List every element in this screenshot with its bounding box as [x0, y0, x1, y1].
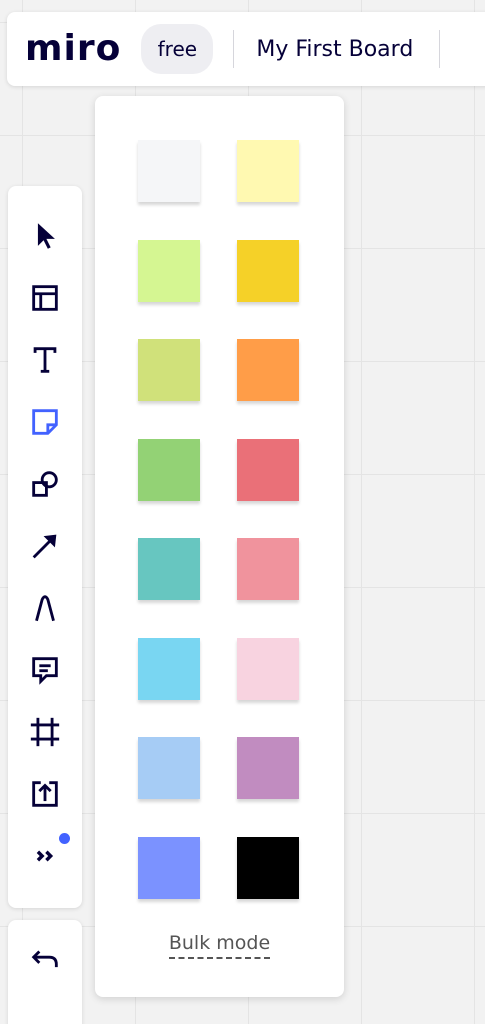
select-tool[interactable]: [25, 216, 65, 256]
frame-icon: [30, 717, 60, 747]
color-swatch[interactable]: [138, 737, 200, 799]
color-swatch[interactable]: [237, 339, 299, 401]
upload-tool[interactable]: [25, 774, 65, 814]
text-tool[interactable]: [25, 340, 65, 380]
sticky-note-icon: [32, 409, 58, 435]
sticky-note-tool[interactable]: [25, 402, 65, 442]
color-swatch[interactable]: [138, 836, 200, 899]
double-chevron-right-icon: [36, 850, 54, 862]
connection-line-tool[interactable]: [25, 526, 65, 566]
templates-tool[interactable]: [25, 278, 65, 318]
text-icon: [33, 347, 57, 373]
undo-toolbar: [8, 920, 82, 1024]
templates-icon: [32, 285, 58, 311]
shapes-tool[interactable]: [25, 464, 65, 504]
plan-badge[interactable]: free: [141, 24, 214, 74]
board-title[interactable]: My First Board: [256, 37, 413, 62]
sticky-note-color-panel: Bulk mode: [95, 96, 344, 997]
color-swatch[interactable]: [138, 339, 200, 401]
notification-dot: [59, 833, 70, 844]
divider: [233, 30, 235, 68]
color-swatch[interactable]: [237, 637, 299, 700]
bulk-mode-link[interactable]: Bulk mode: [95, 932, 344, 959]
undo-icon: [31, 950, 58, 968]
color-swatch[interactable]: [138, 637, 200, 700]
comment-tool[interactable]: [25, 650, 65, 690]
pen-tool[interactable]: [25, 588, 65, 628]
pen-icon: [35, 595, 55, 622]
color-swatch[interactable]: [237, 438, 299, 501]
upload-icon: [32, 781, 58, 807]
color-swatch[interactable]: [237, 538, 299, 600]
shapes-icon: [32, 471, 58, 497]
divider: [439, 30, 441, 68]
more-apps-tool[interactable]: [25, 836, 65, 876]
color-swatch[interactable]: [138, 538, 200, 600]
color-swatch[interactable]: [237, 140, 299, 202]
cursor-icon: [37, 223, 55, 249]
left-toolbar: [8, 186, 82, 908]
color-swatch[interactable]: [138, 140, 200, 202]
top-bar: miro free My First Board: [7, 12, 485, 86]
arrow-icon: [32, 534, 57, 559]
color-swatch[interactable]: [138, 438, 200, 501]
frame-tool[interactable]: [25, 712, 65, 752]
color-swatch[interactable]: [237, 836, 299, 899]
bulk-mode-label: Bulk mode: [168, 932, 271, 959]
color-swatch[interactable]: [138, 239, 200, 302]
miro-logo[interactable]: miro: [25, 31, 121, 67]
color-swatch[interactable]: [237, 239, 299, 302]
undo-button[interactable]: [25, 940, 65, 980]
comment-icon: [32, 657, 58, 685]
color-swatch[interactable]: [237, 737, 299, 799]
